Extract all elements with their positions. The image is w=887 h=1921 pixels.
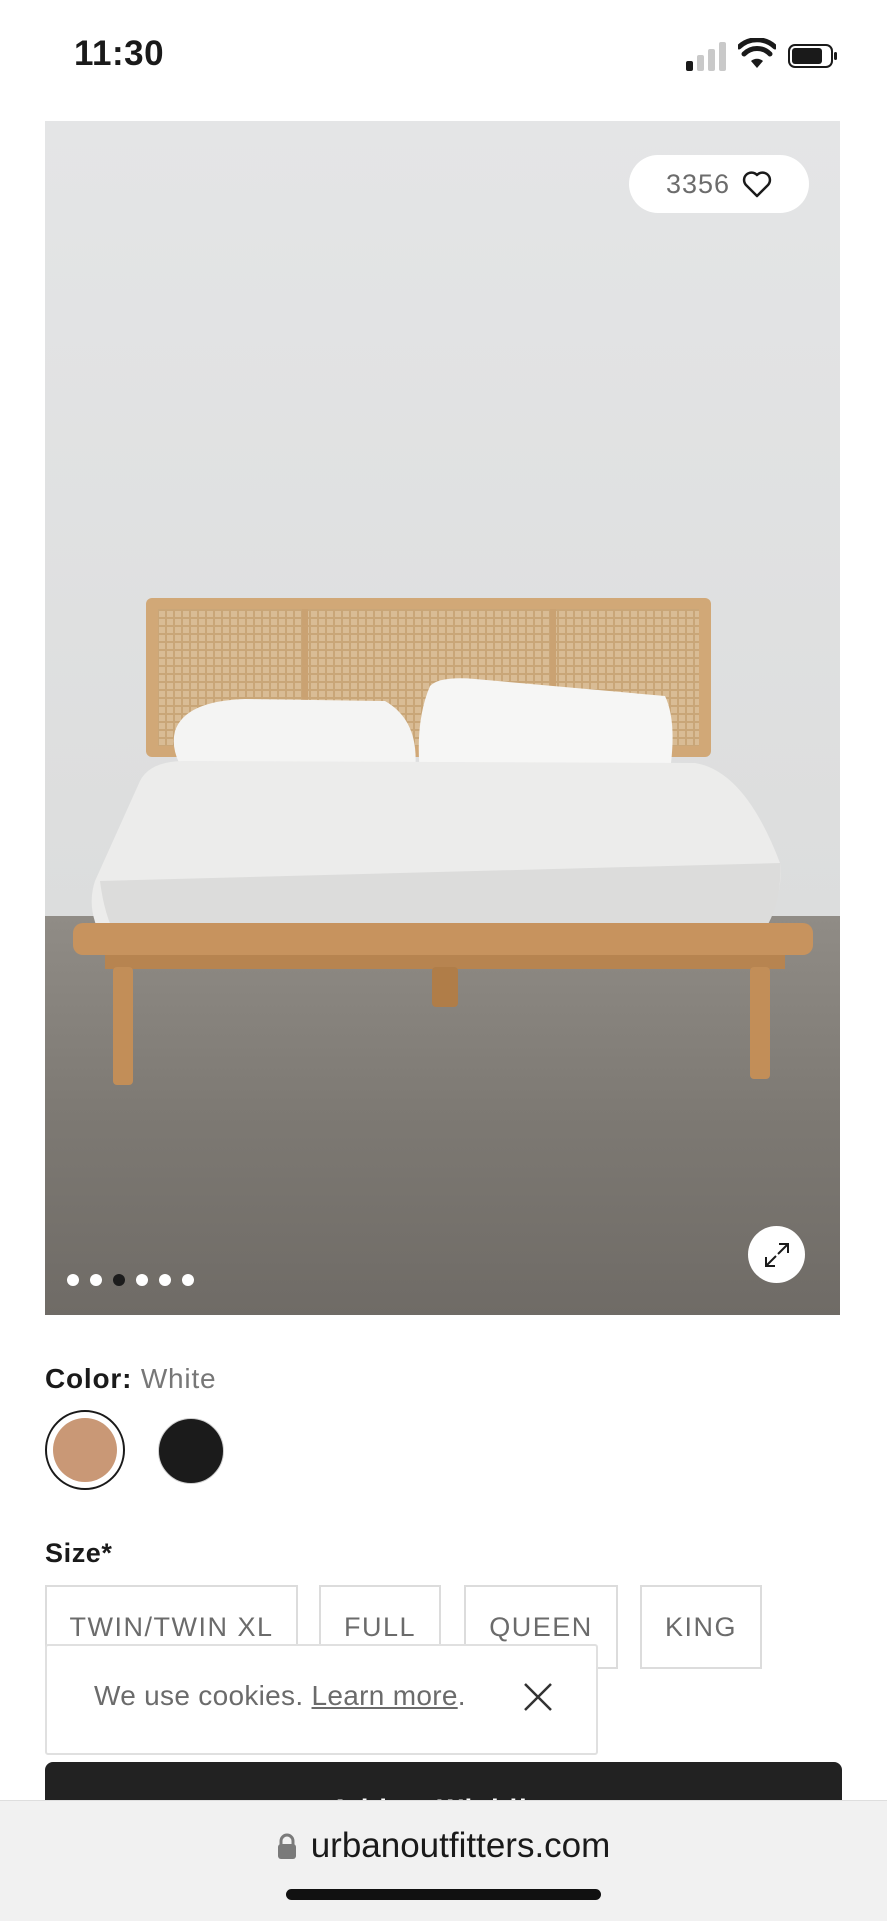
wifi-icon <box>738 38 776 68</box>
close-icon[interactable] <box>521 1680 555 1714</box>
signal-icon <box>686 42 726 71</box>
cookie-message: We use cookies. <box>94 1680 304 1711</box>
carousel-dot[interactable] <box>67 1274 79 1286</box>
url-bar[interactable]: urbanoutfitters.com <box>0 1826 887 1866</box>
status-time: 11:30 <box>74 34 165 73</box>
color-selected-value: White <box>140 1363 217 1394</box>
learn-more-link[interactable]: Learn more <box>312 1680 458 1711</box>
carousel-dot[interactable] <box>113 1274 125 1286</box>
favorites-count: 3356 <box>665 168 731 199</box>
carousel-dots <box>67 1274 194 1286</box>
cookie-suffix: . <box>457 1680 466 1711</box>
battery-icon <box>788 44 837 68</box>
carousel-dot[interactable] <box>159 1274 171 1286</box>
size-option-king[interactable]: KING <box>640 1585 762 1669</box>
size-label: Size* <box>45 1538 113 1568</box>
cookie-banner: We use cookies. Learn more. <box>45 1644 598 1755</box>
product-image[interactable]: 3356 <box>45 121 840 1315</box>
expand-button[interactable] <box>748 1226 805 1283</box>
bed-photo <box>45 121 840 1315</box>
status-bar: 11:30 <box>0 0 887 115</box>
carousel-dot[interactable] <box>90 1274 102 1286</box>
browser-bar: urbanoutfitters.com <box>0 1800 887 1921</box>
swatch-black[interactable] <box>158 1418 224 1484</box>
expand-icon <box>764 1242 789 1267</box>
swatch-tan[interactable] <box>45 1410 125 1490</box>
color-label-title: Color: <box>45 1363 133 1394</box>
url-text: urbanoutfitters.com <box>310 1826 611 1865</box>
color-label: Color: White <box>45 1363 216 1395</box>
carousel-dot[interactable] <box>182 1274 194 1286</box>
home-indicator[interactable] <box>286 1889 601 1900</box>
lock-icon <box>277 1833 296 1859</box>
favorite-button[interactable]: 3356 <box>629 155 809 213</box>
heart-icon <box>742 171 772 198</box>
cookie-text: We use cookies. Learn more. <box>94 1680 466 1712</box>
carousel-dot[interactable] <box>136 1274 148 1286</box>
